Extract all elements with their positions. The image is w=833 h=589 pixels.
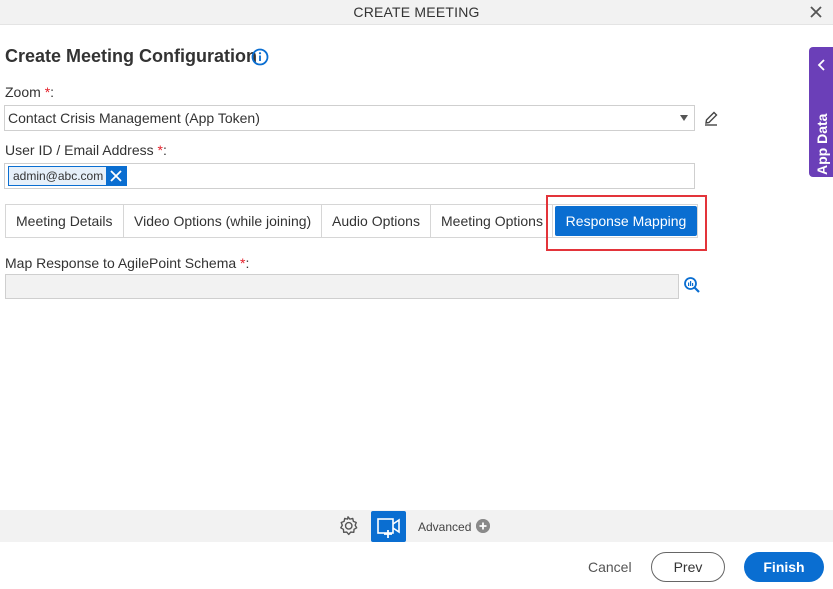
schema-input[interactable]	[5, 274, 679, 299]
user-id-field[interactable]: admin@abc.com	[4, 163, 695, 189]
label-colon: :	[50, 84, 55, 100]
tab-meeting-options[interactable]: Meeting Options	[431, 205, 553, 237]
zoom-label-text: Zoom	[5, 84, 41, 100]
prev-button[interactable]: Prev	[651, 552, 725, 582]
user-id-label-text: User ID / Email Address	[5, 142, 154, 158]
zoom-label: Zoom *:	[5, 84, 54, 100]
window-title: CREATE MEETING	[353, 4, 480, 20]
schema-label-text: Map Response to AgilePoint Schema	[5, 255, 237, 271]
cancel-button[interactable]: Cancel	[588, 559, 632, 575]
app-data-panel-tab[interactable]: App Data	[809, 47, 833, 177]
finish-button[interactable]: Finish	[744, 552, 824, 582]
bottom-toolbar: Advanced	[0, 510, 833, 542]
tab-meeting-details[interactable]: Meeting Details	[6, 205, 124, 237]
schema-label: Map Response to AgilePoint Schema *:	[5, 255, 249, 271]
tab-audio-options[interactable]: Audio Options	[322, 205, 431, 237]
video-add-icon	[377, 518, 400, 538]
schema-search-icon[interactable]	[683, 276, 701, 294]
zoom-selected-value: Contact Crisis Management (App Token)	[8, 110, 260, 126]
dropdown-caret-icon[interactable]	[680, 115, 688, 121]
tab-video-options[interactable]: Video Options (while joining)	[124, 205, 322, 237]
close-icon[interactable]	[807, 3, 825, 21]
highlight-box	[546, 195, 707, 251]
page-title: Create Meeting Configuration	[5, 46, 258, 66]
gear-icon[interactable]	[337, 515, 359, 537]
app-data-label: App Data	[814, 113, 830, 175]
create-meeting-button[interactable]	[371, 511, 406, 542]
title-bar: CREATE MEETING	[0, 0, 833, 25]
remove-tag-icon[interactable]	[106, 166, 127, 186]
plus-circle-icon[interactable]	[476, 519, 490, 533]
user-id-label: User ID / Email Address *:	[5, 142, 167, 158]
label-colon: :	[162, 142, 167, 158]
advanced-label[interactable]: Advanced	[418, 520, 471, 534]
user-tag-text: admin@abc.com	[13, 169, 104, 183]
pencil-icon[interactable]	[703, 110, 719, 126]
info-icon[interactable]	[251, 48, 269, 66]
label-colon: :	[245, 255, 250, 271]
zoom-select[interactable]: Contact Crisis Management (App Token)	[4, 105, 695, 131]
chevron-left-icon	[817, 59, 825, 71]
user-tag: admin@abc.com	[8, 166, 128, 186]
